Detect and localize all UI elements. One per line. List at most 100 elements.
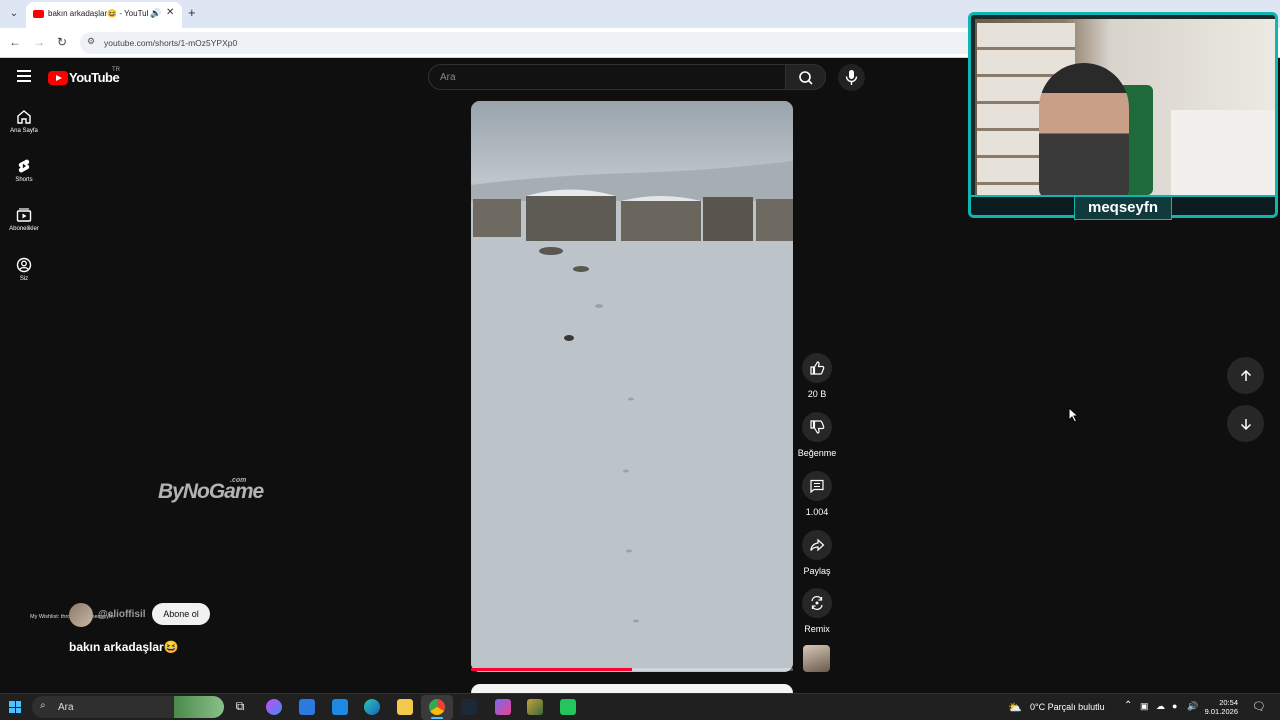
sound-thumbnail[interactable]: [803, 645, 830, 672]
short-video-player[interactable]: [471, 101, 793, 672]
short-title: bakın arkadaşlar😆: [69, 640, 179, 654]
arrow-down-icon: [1240, 418, 1251, 430]
clock-date: 9.01.2026: [1204, 707, 1238, 716]
microphone-tray-icon[interactable]: ●: [1172, 701, 1177, 711]
search-highlight-art: [174, 696, 224, 718]
copilot-icon[interactable]: [266, 699, 282, 715]
screen: ⌄ bakın arkadaşlar😆 - YouTube 🔊 ✕ + ← → …: [0, 0, 1280, 720]
watermark-text: ByNoGame: [158, 480, 264, 503]
onedrive-icon[interactable]: ☁: [1156, 701, 1165, 712]
tray-app-icon[interactable]: ▣: [1140, 701, 1149, 712]
like-count: 20 B: [807, 389, 827, 399]
thumbs-down-icon: [810, 420, 825, 434]
new-tab-button[interactable]: +: [188, 5, 196, 20]
webcam-overlay: meqseyfn: [968, 12, 1278, 220]
search-icon: ⌕: [40, 700, 46, 711]
remix-icon: [811, 595, 823, 611]
sidebar-item-label: Shorts: [15, 177, 33, 183]
streamer-figure: [1039, 63, 1129, 199]
address-bar[interactable]: ⚙ youtube.com/shorts/1-mOz5YPXp0: [80, 32, 980, 54]
video-progress-bar[interactable]: [471, 668, 793, 671]
back-icon[interactable]: ←: [9, 35, 21, 49]
taskbar-search[interactable]: ⌕ Ara: [32, 696, 224, 718]
tab-search-chevron-icon[interactable]: ⌄: [6, 6, 22, 22]
youtube-favicon-icon: [33, 10, 44, 18]
like-button[interactable]: 20 B: [796, 353, 838, 399]
video-frame: [471, 101, 793, 672]
chrome-icon: [429, 699, 445, 715]
taskbar-chrome-active[interactable]: [421, 695, 453, 720]
comment-count: 1.004: [805, 507, 829, 517]
streamer-name: meqseyfn: [1074, 196, 1172, 220]
notifications-icon[interactable]: 🗨: [1252, 700, 1266, 713]
mail-icon[interactable]: [332, 699, 348, 715]
country-code: TR: [112, 67, 120, 73]
search-button[interactable]: [785, 64, 826, 90]
sidebar-item-label: Siz: [19, 276, 29, 282]
subscribe-button[interactable]: Abone ol: [152, 603, 210, 625]
audio-playing-icon[interactable]: 🔊: [150, 8, 161, 19]
youtube-play-icon: [48, 70, 68, 85]
sidebar-item-label: Abonelikler: [9, 226, 39, 232]
sidebar-item-label: Ana Sayfa: [10, 128, 38, 134]
progress-fill: [471, 668, 632, 671]
steam-icon[interactable]: [461, 699, 477, 715]
browser-tab[interactable]: bakın arkadaşlar😆 - YouTube 🔊 ✕: [26, 2, 182, 28]
sidebar-item-shorts[interactable]: Shorts: [4, 158, 44, 183]
close-tab-icon[interactable]: ✕: [166, 7, 174, 18]
show-hidden-icons-chevron-icon[interactable]: ⌃: [1124, 700, 1132, 711]
previous-short-button[interactable]: [1227, 357, 1264, 394]
clock-time: 20:54: [1219, 698, 1238, 707]
search-icon: [799, 71, 813, 85]
taskbar-search-placeholder: Ara: [58, 702, 74, 713]
microphone-icon: [845, 70, 858, 85]
mouse-cursor-icon: [1068, 407, 1080, 423]
reload-icon[interactable]: ↻: [57, 35, 67, 49]
sidebar-item-you[interactable]: Siz: [4, 257, 44, 282]
remix-button[interactable]: Remix: [796, 588, 838, 634]
youtube-logo[interactable]: YouTube TR: [48, 67, 120, 87]
voice-search-button[interactable]: [838, 64, 865, 91]
next-short-button[interactable]: [1227, 405, 1264, 442]
comment-icon: [810, 479, 824, 494]
subscriptions-icon: [16, 208, 32, 222]
site-info-icon[interactable]: ⚙: [87, 36, 95, 47]
sidebar-item-home[interactable]: Ana Sayfa: [4, 109, 44, 134]
dislike-label: Beğenme: [797, 448, 837, 458]
arrow-up-icon: [1240, 369, 1251, 381]
comments-button[interactable]: 1.004: [796, 471, 838, 517]
weather-icon[interactable]: ⛅: [1008, 701, 1022, 714]
bynogame-watermark: ByNoGame .com: [158, 477, 264, 504]
channel-handle[interactable]: @elioffisil: [98, 609, 146, 620]
home-icon: [17, 110, 31, 124]
sidebar-item-subscriptions[interactable]: Abonelikler: [4, 207, 44, 232]
edge-icon[interactable]: [364, 699, 380, 715]
watermark-suffix: .com: [230, 477, 247, 484]
share-label: Paylaş: [803, 566, 831, 576]
hamburger-menu-icon[interactable]: [17, 70, 31, 85]
system-clock[interactable]: 20:54 9.01.2026: [1198, 698, 1238, 716]
channel-avatar[interactable]: [69, 603, 93, 627]
url-text: youtube.com/shorts/1-mOz5YPXp0: [104, 38, 238, 48]
you-icon: [16, 257, 32, 273]
webcam-frame: [968, 12, 1278, 218]
store-icon[interactable]: [299, 699, 315, 715]
game-launcher-icon[interactable]: [527, 699, 543, 715]
tab-title: bakın arkadaşlar😆 - YouTube: [48, 9, 148, 18]
search-bar: [428, 64, 826, 90]
volume-icon[interactable]: 🔊: [1187, 701, 1198, 712]
share-icon: [810, 538, 825, 552]
weather-text[interactable]: 0°C Parçalı bulutlu: [1030, 702, 1105, 712]
file-explorer-icon[interactable]: [397, 699, 413, 715]
start-button[interactable]: [9, 701, 21, 713]
share-button[interactable]: Paylaş: [796, 530, 838, 576]
shorts-icon: [18, 159, 30, 173]
dislike-button[interactable]: Beğenme: [796, 412, 838, 458]
windows-taskbar: ⌕ Ara ⧉ ⛅ 0°C Parçalı bulutlu ⌃ ▣ ☁ ● 🔊 …: [0, 693, 1280, 720]
android-app-icon[interactable]: [560, 699, 576, 715]
remix-label: Remix: [804, 624, 830, 634]
task-view-icon[interactable]: ⧉: [232, 699, 248, 715]
teams-icon[interactable]: [495, 699, 511, 715]
forward-icon[interactable]: →: [33, 35, 45, 49]
search-input[interactable]: [428, 64, 786, 90]
